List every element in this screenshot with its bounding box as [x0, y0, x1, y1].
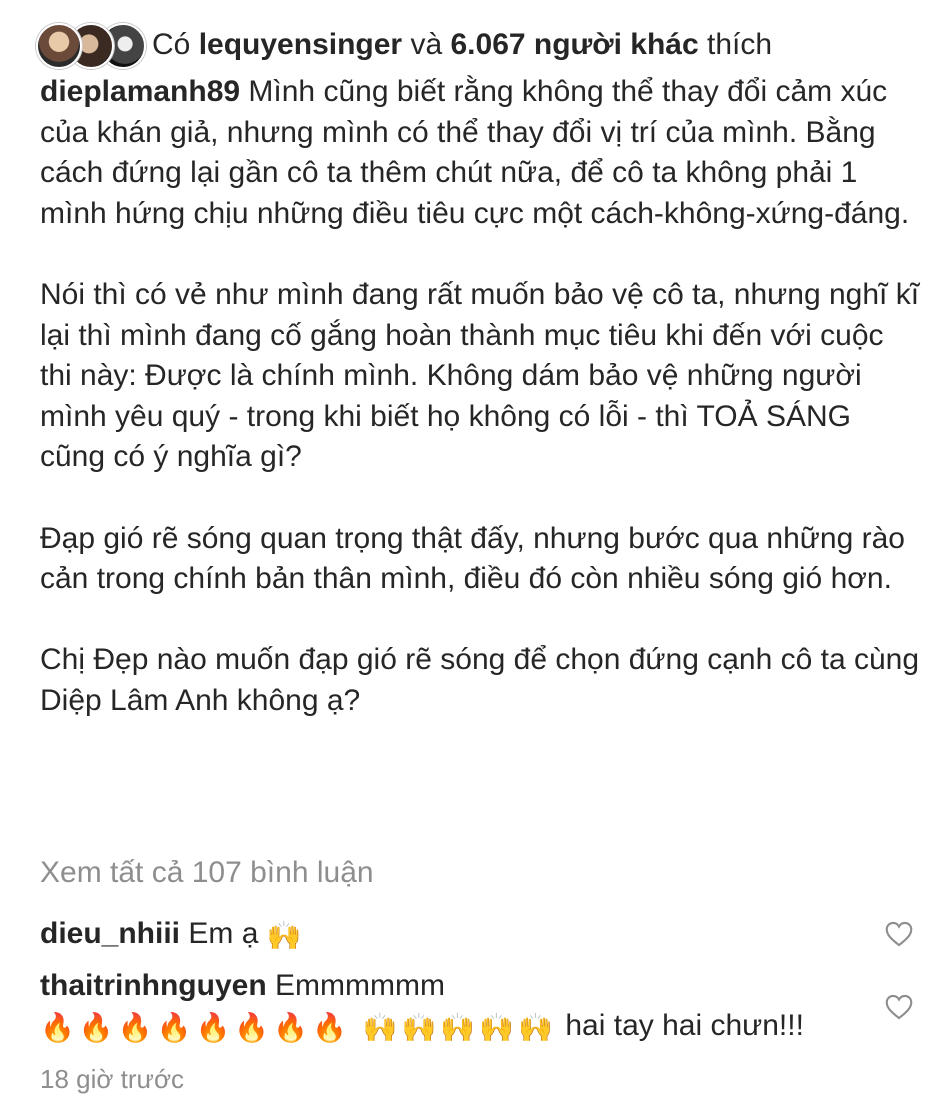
- comment-username[interactable]: thaitrinhnguyen: [40, 969, 267, 1002]
- caption-paragraph: Nói thì có vẻ như mình đang rất muốn bảo…: [40, 277, 920, 474]
- likes-suffix: thích: [707, 28, 773, 61]
- likes-connector: và: [410, 28, 443, 61]
- caption-paragraph: Đạp gió rẽ sóng quan trọng thật đấy, như…: [40, 521, 905, 596]
- view-all-comments-link[interactable]: Xem tất cả 107 bình luận: [40, 856, 374, 890]
- likes-row: Có lequyensinger và 6.067 người khác thí…: [36, 22, 772, 69]
- likes-count[interactable]: 6.067 người khác: [450, 28, 698, 61]
- post-caption: dieplamanh89 Mình cũng biết rằng không t…: [40, 72, 920, 722]
- avatar[interactable]: [36, 23, 82, 69]
- comment: thaitrinhnguyen Emmmmmm 🔥🔥🔥🔥🔥🔥🔥🔥 🙌🙌🙌🙌🙌 h…: [40, 966, 840, 1048]
- comment-text: Emmmmmm: [275, 969, 445, 1002]
- comment-text: Em ạ: [188, 917, 259, 950]
- likes-text[interactable]: Có lequyensinger và 6.067 người khác thí…: [152, 28, 772, 62]
- caption-paragraph: dieplamanh89 Mình cũng biết rằng không t…: [40, 72, 920, 234]
- comment-username[interactable]: dieu_nhiii: [40, 917, 180, 950]
- caption-username[interactable]: dieplamanh89: [40, 75, 240, 108]
- liker-username[interactable]: lequyensinger: [199, 28, 402, 61]
- likes-prefix: Có: [152, 28, 191, 61]
- raising-hands-emoji: 🙌: [266, 920, 306, 951]
- comment-text-after: hai tay hai chưn!!!: [565, 1009, 804, 1042]
- comment: dieu_nhiii Em ạ 🙌: [40, 914, 306, 956]
- heart-icon[interactable]: [885, 994, 913, 1020]
- liker-avatars[interactable]: [36, 23, 146, 69]
- caption-paragraph: Chị Đẹp nào muốn đạp gió rẽ sóng để chọn…: [40, 643, 920, 717]
- heart-icon[interactable]: [885, 921, 913, 947]
- fire-and-hands-emoji: 🔥🔥🔥🔥🔥🔥🔥🔥 🙌🙌🙌🙌🙌: [40, 1012, 558, 1043]
